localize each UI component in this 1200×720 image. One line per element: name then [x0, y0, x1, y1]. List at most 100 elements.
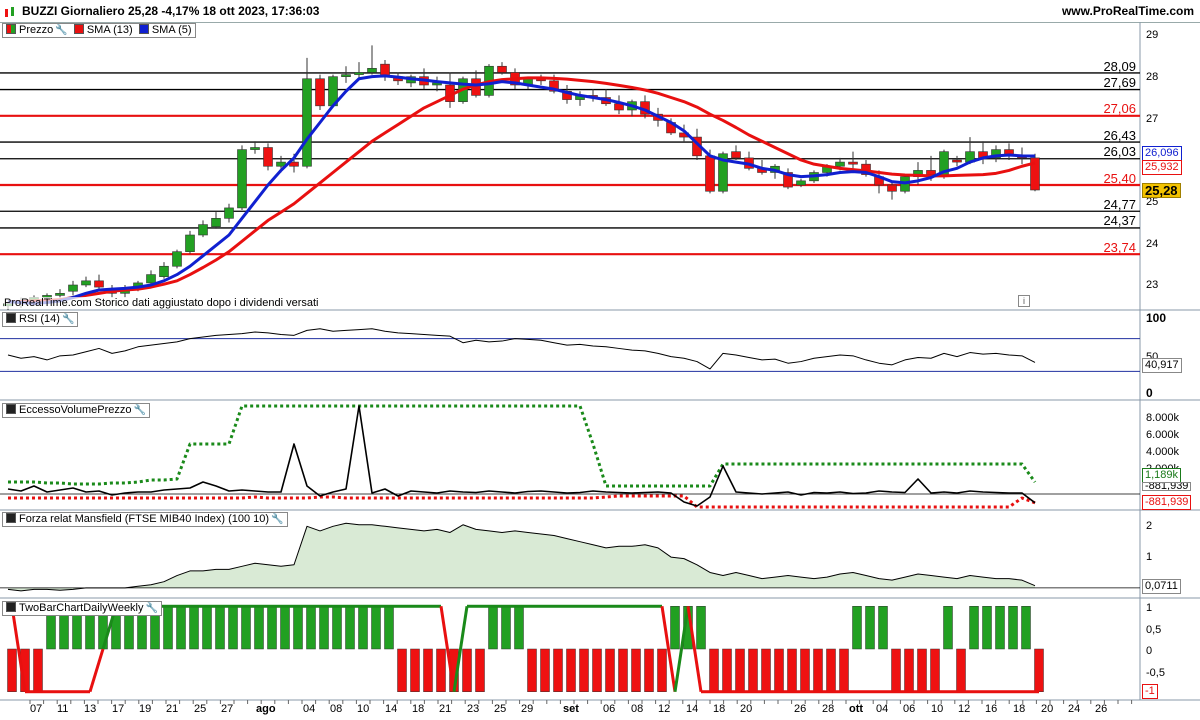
y-tick: 1 [1146, 602, 1153, 614]
candle-body [159, 265, 169, 277]
twobar-bar [228, 606, 238, 650]
twobar-color-icon [6, 602, 16, 612]
x-tick: 16 [985, 703, 998, 715]
twobar-bar [1008, 606, 1018, 650]
candle-body [146, 274, 156, 284]
twobar-bar [631, 648, 641, 692]
x-tick: 04 [876, 703, 889, 715]
wrench-icon[interactable]: 🔧 [271, 514, 283, 525]
twobar-bar [488, 606, 498, 650]
level-label: 27,06 [1103, 101, 1136, 116]
price-value-badge: 25,28 [1142, 183, 1181, 198]
twobar-bar [618, 648, 628, 692]
twobar-value-badge: -1 [1142, 684, 1158, 699]
twobar-bar [969, 606, 979, 650]
x-tick: 18 [713, 703, 726, 715]
twobar-bar [371, 606, 381, 650]
twobar-bar [722, 648, 732, 692]
x-tick: 28 [822, 703, 835, 715]
twobar-bar [319, 606, 329, 650]
y-tick: 2 [1146, 520, 1153, 532]
x-tick: 08 [631, 703, 644, 715]
x-tick: 25 [194, 703, 207, 715]
level-label: 28,09 [1103, 59, 1136, 74]
twobar-bar [423, 648, 433, 692]
candle-body [211, 218, 221, 227]
candle-body [250, 147, 260, 150]
candle-body [302, 78, 312, 167]
y-tick: 1 [1146, 551, 1153, 563]
y-tick: 100 [1146, 311, 1167, 325]
chart-root: BUZZI Giornaliero 25,28 -4,17% 18 ott 20… [0, 0, 1200, 720]
legend-price[interactable]: Prezzo 🔧 SMA (13) SMA (5) [2, 23, 196, 38]
y-tick: 28 [1146, 71, 1159, 83]
wrench-icon[interactable]: 🔧 [55, 25, 67, 36]
legend-rsi[interactable]: RSI (14) 🔧 [2, 312, 79, 327]
x-tick: 26 [1095, 703, 1108, 715]
candle-body [172, 251, 182, 267]
x-tick: set [563, 703, 579, 715]
x-tick: 14 [385, 703, 398, 715]
twobar-bar [540, 648, 550, 692]
x-tick: 08 [330, 703, 343, 715]
twobar-bar [605, 648, 615, 692]
evp-color-icon [6, 404, 16, 414]
twobar-bar [696, 606, 706, 650]
info-icon[interactable]: i [1018, 295, 1030, 307]
twobar-bar [995, 606, 1005, 650]
x-tick: 20 [1041, 703, 1054, 715]
twobar-bar [475, 648, 485, 692]
twobar-bar [579, 648, 589, 692]
candle-body [835, 161, 845, 167]
plot-canvas [0, 22, 1200, 704]
twobar-bar [397, 648, 407, 692]
twobar-bar [891, 648, 901, 692]
candle-body [55, 293, 65, 296]
mansfield-area [8, 523, 1035, 591]
level-label: 26,43 [1103, 128, 1136, 143]
y-tick: 29 [1146, 29, 1159, 41]
twobar-bar [436, 648, 446, 692]
twobar-bar [865, 606, 875, 650]
evp-mid-badge: -881,939 [1142, 482, 1192, 491]
wrench-icon[interactable]: 🔧 [146, 603, 158, 614]
y-tick: 27 [1146, 113, 1159, 125]
twobar-bar [462, 648, 472, 692]
candle-icon [6, 24, 16, 34]
level-label: 26,03 [1103, 144, 1136, 159]
candle-body [81, 280, 91, 286]
evp-up-badge: 1,189k [1142, 468, 1182, 483]
rsi-line [7, 328, 1036, 370]
x-tick: 12 [958, 703, 971, 715]
twobar-bar [878, 606, 888, 650]
twobar-bar [176, 606, 186, 650]
twobar-bar [527, 648, 537, 692]
candle-body [887, 184, 897, 192]
twobar-bar [813, 648, 823, 692]
x-tick: 24 [1068, 703, 1081, 715]
twobar-bar [982, 606, 992, 650]
twobar-bar [241, 606, 251, 650]
y-tick: 23 [1146, 279, 1159, 291]
dividend-note: ProRealTime.com Storico dati aggiustato … [4, 297, 319, 309]
twobar-bar [33, 648, 43, 692]
evp-low-badge: -881,939 [1142, 495, 1192, 510]
twobar-bar [7, 648, 17, 692]
wrench-icon[interactable]: 🔧 [62, 314, 74, 325]
legend-mansfield[interactable]: Forza relat Mansfield (FTSE MIB40 Index)… [2, 512, 288, 527]
twobar-bar [384, 606, 394, 650]
candle-body [705, 155, 715, 192]
wrench-icon[interactable]: 🔧 [134, 405, 146, 416]
candle-body [237, 149, 247, 209]
candle-body [848, 161, 858, 165]
twobar-bar [930, 648, 940, 692]
twobar-bar [215, 606, 225, 650]
y-tick: 0 [1146, 645, 1153, 657]
sma13-color-icon [73, 24, 84, 34]
candle-body [185, 234, 195, 252]
legend-twobar[interactable]: TwoBarChartDailyWeekly 🔧 [2, 601, 162, 616]
twobar-bar [410, 648, 420, 692]
rsi-value-badge: 40,917 [1142, 358, 1182, 373]
x-tick: 20 [740, 703, 753, 715]
legend-evp[interactable]: EccessoVolumePrezzo 🔧 [2, 403, 150, 418]
